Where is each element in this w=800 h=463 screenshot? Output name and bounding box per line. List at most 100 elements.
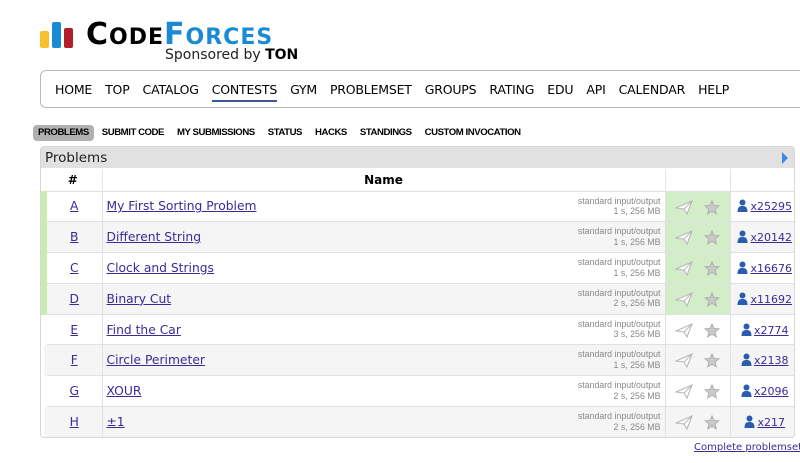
star-icon[interactable]: [703, 199, 720, 215]
problem-name-link[interactable]: XOUR: [107, 384, 142, 398]
user-icon: [744, 415, 755, 429]
solved-count-link[interactable]: x20142: [737, 230, 792, 244]
star-icon[interactable]: [703, 230, 720, 246]
problem-time-memory: 1 s, 256 MB: [613, 267, 661, 278]
solved-count-link[interactable]: x2096: [741, 384, 789, 398]
solved-count-link[interactable]: x25295: [737, 199, 792, 214]
paper-plane-icon[interactable]: [673, 199, 693, 215]
user-icon: [741, 323, 752, 336]
star-icon[interactable]: [703, 384, 720, 400]
problem-actions-cell: [664, 282, 730, 315]
col-header-name: Name: [101, 169, 665, 191]
solved-count-link[interactable]: x11692: [737, 292, 792, 306]
paper-plane-icon[interactable]: [673, 353, 693, 369]
nav-item-groups[interactable]: GROUPS: [425, 82, 477, 102]
problem-io: standard input/output: [577, 411, 661, 422]
user-icon: [737, 199, 748, 213]
problem-io: standard input/output: [577, 195, 661, 206]
paper-plane-icon[interactable]: [673, 230, 693, 246]
star-icon[interactable]: [703, 353, 720, 369]
paper-plane-icon[interactable]: [673, 384, 693, 400]
problem-actions-cell: [664, 375, 730, 407]
codeforces-logo[interactable]: CODEFORCES Sponsored by TON: [40, 20, 300, 64]
problem-solved-cell: x20142: [729, 221, 794, 253]
problem-name-link[interactable]: Binary Cut: [107, 292, 172, 306]
table-row: A My First Sorting Problem standard input/…: [41, 190, 794, 222]
paper-plane-icon[interactable]: [673, 291, 693, 308]
problem-id-link[interactable]: B: [70, 230, 78, 244]
nav-item-top[interactable]: TOP: [105, 82, 130, 102]
star-icon[interactable]: [703, 322, 720, 338]
nav-item-gym[interactable]: GYM: [290, 82, 317, 102]
problem-id-cell: F: [44, 344, 102, 376]
nav-item-calendar[interactable]: CALENDAR: [619, 82, 686, 102]
subnav-item-standings[interactable]: STANDINGS: [355, 125, 417, 141]
problem-id-link[interactable]: A: [70, 199, 78, 213]
problem-io: standard input/output: [577, 257, 661, 268]
nav-item-problemset[interactable]: PROBLEMSET: [330, 82, 412, 102]
problem-limits: standard input/output 1 s, 256 MB: [578, 196, 661, 217]
problem-id-link[interactable]: C: [70, 261, 79, 275]
solved-count-link[interactable]: x16676: [737, 261, 792, 275]
problem-name-link[interactable]: ±1: [107, 415, 125, 429]
subnav-item-problems[interactable]: PROBLEMS: [33, 125, 94, 141]
problem-name-link[interactable]: My First Sorting Problem: [107, 199, 257, 213]
problem-id-link[interactable]: H: [70, 415, 79, 429]
nav-item-rating[interactable]: RATING: [489, 82, 534, 102]
nav-item-catalog[interactable]: CATALOG: [143, 82, 199, 102]
problem-time-memory: 2 s, 256 MB: [613, 298, 661, 309]
problem-limits: standard input/output 2 s, 256 MB: [578, 288, 661, 309]
solved-count-link[interactable]: x2138: [741, 353, 789, 367]
problem-time-memory: 1 s, 256 MB: [613, 359, 661, 370]
problem-solved-cell: x2096: [729, 375, 794, 407]
problem-name-link[interactable]: Circle Perimeter: [107, 353, 205, 367]
problem-name-cell: Clock and Strings standard input/output 1 …: [101, 252, 665, 284]
problem-limits: standard input/output 2 s, 256 MB: [578, 411, 661, 432]
nav-item-contests[interactable]: CONTESTS: [211, 82, 277, 102]
star-icon[interactable]: [703, 414, 720, 430]
problem-name-cell: Circle Perimeter standard input/output 1 s…: [101, 344, 665, 376]
star-icon[interactable]: [703, 291, 720, 307]
nav-item-api[interactable]: API: [586, 82, 605, 102]
star-icon[interactable]: [703, 260, 720, 276]
subnav-item-my-submissions[interactable]: MY SUBMISSIONS: [172, 125, 260, 141]
col-header-solved: [729, 169, 794, 191]
paper-plane-icon[interactable]: [673, 261, 693, 277]
problem-id-link[interactable]: D: [70, 292, 79, 306]
panel-header: Problems: [41, 147, 794, 168]
subnav-item-submit-code[interactable]: SUBMIT CODE: [97, 125, 169, 141]
problem-time-memory: 2 s, 256 MB: [613, 390, 661, 401]
problem-time-memory: 3 s, 256 MB: [613, 329, 661, 340]
subnav-item-hacks[interactable]: HACKS: [310, 125, 352, 141]
problem-name-link[interactable]: Find the Car: [107, 323, 181, 337]
nav-item-edu[interactable]: EDU: [547, 82, 573, 102]
problem-limits: standard input/output 1 s, 256 MB: [578, 257, 661, 278]
solved-count-link[interactable]: x2774: [741, 323, 789, 337]
table-row: H ±1 standard input/output 2 s, 256 MB x217: [44, 406, 794, 437]
problem-id-link[interactable]: E: [70, 323, 78, 337]
problem-solved-cell: x217: [729, 406, 794, 437]
subnav-item-status[interactable]: STATUS: [263, 125, 307, 141]
triangle-right-icon[interactable]: [782, 152, 788, 164]
problems-table: # Name A My First Sorting Problem standard…: [41, 169, 794, 437]
problem-id-link[interactable]: F: [71, 353, 78, 367]
problem-name-link[interactable]: Different String: [107, 230, 202, 244]
nav-item-help[interactable]: HELP: [698, 82, 729, 102]
problem-id-cell: G: [44, 375, 102, 407]
subnav-item-custom-invocation[interactable]: CUSTOM INVOCATION: [420, 125, 526, 141]
problem-limits: standard input/output 1 s, 256 MB: [578, 349, 661, 370]
problem-name-link[interactable]: Clock and Strings: [107, 261, 214, 275]
nav-item-home[interactable]: HOME: [55, 82, 92, 102]
solved-count-link[interactable]: x217: [744, 415, 785, 429]
problem-id-cell: E: [44, 313, 102, 345]
user-icon: [737, 261, 748, 274]
table-row: B Different String standard input/output 1 …: [41, 221, 794, 253]
paper-plane-icon[interactable]: [673, 415, 693, 431]
problem-actions-cell: [664, 406, 730, 437]
complete-problemset-link[interactable]: Complete problemset: [694, 442, 800, 453]
problem-actions-cell: [664, 221, 730, 253]
problem-id-link[interactable]: G: [69, 384, 79, 398]
paper-plane-icon[interactable]: [673, 322, 693, 338]
solved-count: x25295: [750, 200, 792, 214]
problem-id-cell: H: [44, 406, 102, 437]
